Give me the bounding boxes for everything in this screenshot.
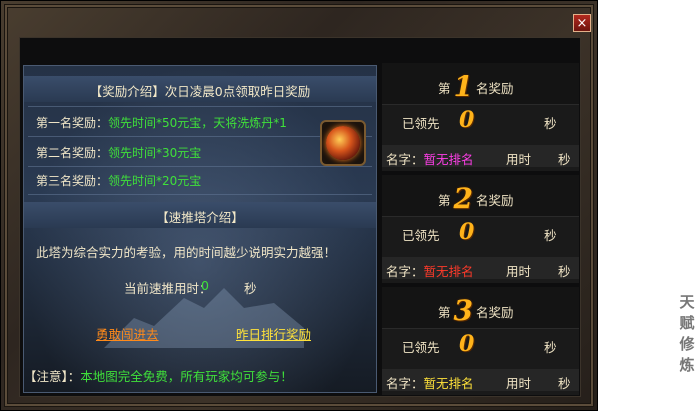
enter-link[interactable]: 勇敢闯进去	[96, 324, 159, 343]
rank-card-3: 第 3 名奖励 已领先 0 秒 名字：暂无排名 用时 秒	[382, 287, 579, 395]
reward-row-3: 第三名奖励：领先时间*20元宝	[36, 172, 201, 189]
reward-item-icon[interactable]	[320, 120, 366, 166]
rank-prefix: 第	[438, 192, 451, 208]
name-value: 暂无排名	[423, 152, 474, 167]
rank-1-got-value: 0	[459, 107, 475, 133]
name-label: 名字：	[386, 152, 424, 167]
rank-1-got-label: 已领先	[402, 116, 440, 131]
info-panel: 【奖励介绍】次日凌晨0点领取昨日奖励 第一名奖励：领先时间*50元宝，天将洗炼丹…	[23, 65, 377, 393]
rank-2-time-unit: 秒	[558, 264, 571, 279]
divider	[28, 106, 372, 107]
timer-unit: 秒	[244, 281, 257, 296]
divider	[28, 194, 372, 195]
side-label: 天赋修炼	[679, 293, 695, 374]
divider	[28, 166, 372, 167]
reward-row-3-label: 第三名奖励：	[36, 174, 109, 188]
yesterday-rank-link[interactable]: 昨日排行奖励	[236, 324, 311, 343]
rank-1-time-label: 用时	[506, 152, 532, 167]
close-button[interactable]: ×	[573, 14, 591, 32]
reward-row-1-value: 领先时间*50元宝，天将洗炼丹*1	[108, 116, 287, 130]
rank-3-name: 名字：暂无排名	[386, 373, 474, 392]
rank-prefix: 第	[438, 80, 451, 96]
rank-suffix: 名奖励	[476, 80, 514, 96]
rank-number: 2	[453, 182, 473, 215]
rank-1-time-unit: 秒	[558, 152, 571, 167]
rank-2-name: 名字：暂无排名	[386, 261, 474, 280]
name-value: 暂无排名	[423, 264, 474, 279]
name-value: 暂无排名	[423, 376, 474, 391]
tower-intro-title: 【速推塔介绍】	[156, 210, 244, 225]
rank-1-sec: 秒	[544, 116, 557, 131]
rank-3-got-label: 已领先	[402, 340, 440, 355]
rank-prefix: 第	[438, 304, 451, 320]
rank-3-time-unit: 秒	[558, 376, 571, 391]
name-label: 名字：	[386, 264, 424, 279]
notice-text: 本地图完全免费，所有玩家均可参与！	[80, 369, 293, 384]
reward-row-1: 第一名奖励：领先时间*50元宝，天将洗炼丹*1	[36, 114, 287, 131]
reward-row-2-value: 领先时间*30元宝	[108, 146, 202, 160]
rank-1-title: 第 1 名奖励	[438, 73, 514, 101]
rank-1-name: 名字：暂无排名	[386, 149, 474, 168]
rank-suffix: 名奖励	[476, 304, 514, 320]
rank-2-title: 第 2 名奖励	[438, 185, 514, 213]
rank-2-got-label: 已领先	[402, 228, 440, 243]
reward-row-2-label: 第二名奖励：	[36, 146, 109, 160]
rank-number: 3	[453, 294, 473, 327]
rank-3-sec: 秒	[544, 340, 557, 355]
medal-icon	[326, 126, 360, 160]
dialog-frame: × 【奖励介绍】次日凌晨0点领取昨日奖励 第一名奖励：领先时间*50元宝，天将洗…	[0, 0, 598, 411]
rank-2-got-value: 0	[459, 219, 475, 245]
notice: 【注意】：本地图完全免费，所有玩家均可参与！	[24, 366, 293, 385]
timer-label: 当前速推用时：	[124, 281, 212, 296]
rank-3-got-value: 0	[459, 331, 475, 357]
timer-value: 0	[201, 278, 209, 293]
rank-suffix: 名奖励	[476, 192, 514, 208]
rank-3-time-label: 用时	[506, 376, 532, 391]
rank-card-2: 第 2 名奖励 已领先 0 秒 名字：暂无排名 用时 秒	[382, 175, 579, 283]
rank-card-1: 第 1 名奖励 已领先 0 秒 名字：暂无排名 用时 秒	[382, 63, 579, 171]
rank-2-time-label: 用时	[506, 264, 532, 279]
reward-row-1-label: 第一名奖励：	[36, 116, 109, 130]
notice-label: 【注意】：	[24, 369, 81, 384]
reward-row-2: 第二名奖励：领先时间*30元宝	[36, 144, 201, 161]
tower-description: 此塔为综合实力的考验，用的时间越少说明实力越强！	[36, 245, 337, 260]
rank-2-sec: 秒	[544, 228, 557, 243]
rank-number: 1	[453, 70, 473, 103]
close-icon: ×	[576, 15, 588, 31]
reward-intro-title: 【奖励介绍】次日凌晨0点领取昨日奖励	[89, 84, 311, 99]
rank-3-title: 第 3 名奖励	[438, 297, 514, 325]
reward-row-3-value: 领先时间*20元宝	[108, 174, 202, 188]
name-label: 名字：	[386, 376, 424, 391]
